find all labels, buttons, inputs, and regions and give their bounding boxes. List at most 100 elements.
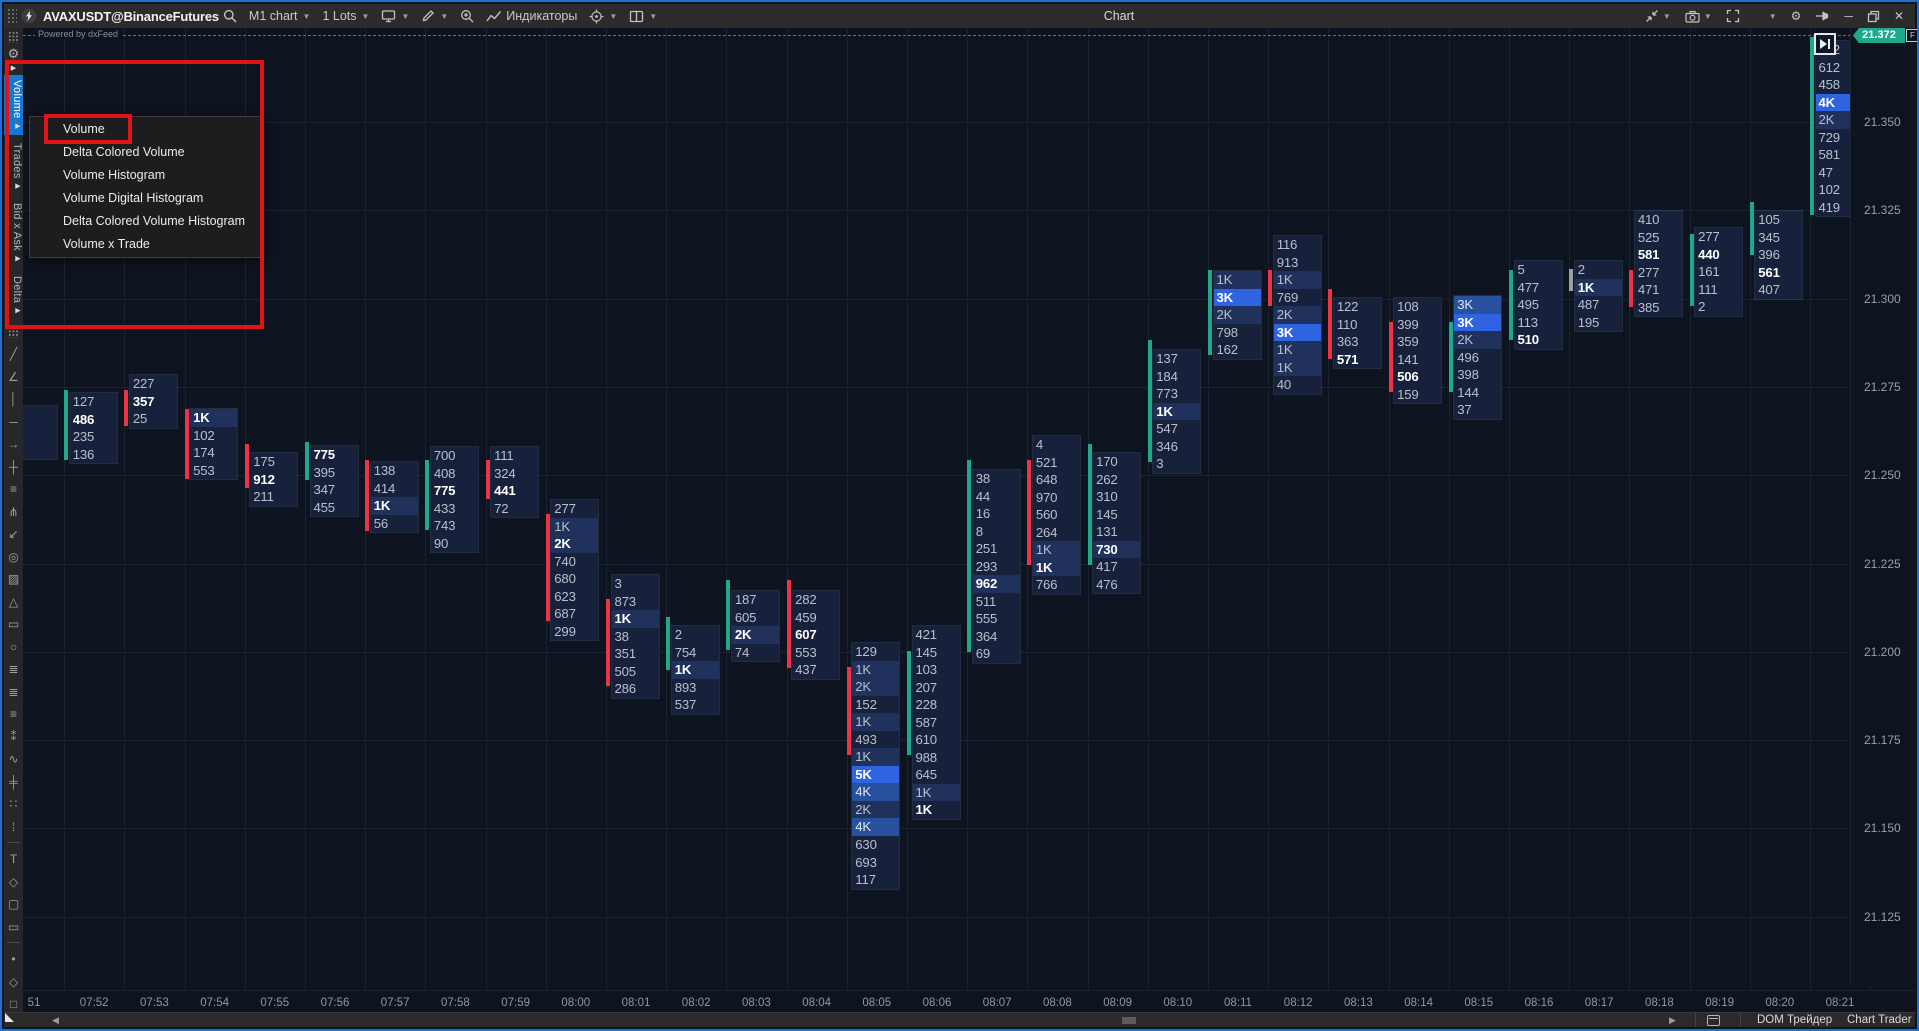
drawing-tool-icon[interactable]: ▢	[4, 893, 23, 916]
drawing-tool-icon[interactable]: ⁞	[4, 815, 23, 838]
cluster-column[interactable]: 1384141K56	[370, 461, 419, 533]
drawing-tool-icon[interactable]: →	[4, 433, 23, 456]
drawing-tool-icon[interactable]: ▭	[4, 613, 23, 636]
search-icon[interactable]	[223, 9, 237, 23]
crosshair-mode-button[interactable]: ▼	[583, 4, 623, 28]
drawing-tool-icon[interactable]: ∷	[4, 793, 23, 816]
drawing-tool-icon[interactable]: ╪	[4, 770, 23, 793]
cluster-column[interactable]: 1291K2K1521K4931K5K4K2K4K630693117	[851, 642, 900, 890]
cluster-column[interactable]: 282459607553437	[791, 590, 840, 680]
drawing-tool-icon[interactable]: ◇	[4, 870, 23, 893]
drawing-tool-icon[interactable]: ◇	[4, 970, 23, 993]
cluster-column[interactable]: 1K102174553	[189, 408, 238, 480]
link-color-button[interactable]: ▼	[1747, 4, 1784, 28]
cluster-column[interactable]: 11132444172	[490, 446, 539, 518]
cluster-column[interactable]: 170262310145131730417476	[1092, 452, 1141, 594]
drawing-tool-icon[interactable]: ⋔	[4, 500, 23, 523]
pin-icon	[1815, 10, 1830, 22]
volume-cell: 506	[1394, 368, 1441, 386]
cluster-column[interactable]: 1169131K7692K3K1K1K40	[1273, 235, 1322, 395]
cluster-column[interactable]: 3K3K2K49639814437	[1453, 295, 1502, 420]
drawing-tool-icon[interactable]: ∿	[4, 748, 23, 771]
zoom-in-button[interactable]	[454, 4, 480, 28]
fullscreen-button[interactable]	[1719, 4, 1747, 28]
cluster-column[interactable]: 1876052K74	[731, 590, 780, 662]
drawing-tool-icon[interactable]: ◎	[4, 545, 23, 568]
price-label: 21.350	[1864, 115, 1901, 129]
drawing-tool-icon[interactable]: ⁑	[4, 725, 23, 748]
cluster-column[interactable]: 775395347455	[310, 445, 359, 517]
cluster-column[interactable]: 2774401611112	[1694, 227, 1743, 317]
drawing-tool-icon[interactable]: ≣	[4, 680, 23, 703]
cluster-column[interactable]: 108399359141506159	[1393, 297, 1442, 404]
cluster-column[interactable]: 127486235136	[69, 392, 118, 464]
price-axis[interactable]: 21.35021.32521.30021.27521.25021.22521.2…	[1850, 28, 1915, 986]
cluster-column[interactable]: 410525581277471385	[1634, 210, 1683, 317]
drawing-tool-icon[interactable]: •	[4, 948, 23, 971]
gear-icon[interactable]: ⚙	[8, 46, 20, 61]
drawing-tools-button[interactable]: ▼	[415, 4, 454, 28]
dom-trader-button[interactable]: DOM Трейдер	[1757, 1014, 1832, 1026]
restore-icon	[1867, 10, 1880, 23]
symbol-selector[interactable]: AVAXUSDT@BinanceFutures	[37, 4, 243, 28]
restore-button[interactable]	[1860, 4, 1887, 28]
scroll-left-icon[interactable]: ◀	[52, 1015, 59, 1026]
cluster-column[interactable]: 175912211	[249, 452, 298, 507]
drawing-tool-icon[interactable]: ╱	[4, 343, 23, 366]
drawing-tool-icon[interactable]: ─	[4, 410, 23, 433]
scrollbar-thumb[interactable]	[1122, 1017, 1136, 1024]
chart-style-button[interactable]: ▼	[375, 4, 415, 28]
drag-handle-icon[interactable]	[8, 31, 19, 43]
cluster-column[interactable]: 5477495113510	[1514, 260, 1563, 350]
cluster-column[interactable]: 22735725	[129, 374, 178, 429]
drawing-tool-icon[interactable]: ▭	[4, 915, 23, 938]
lots-selector[interactable]: 1 Lots▼	[316, 4, 375, 28]
gridline-v	[1690, 28, 1691, 990]
chart-trader-button[interactable]: Chart Trader	[1847, 1014, 1912, 1026]
screenshot-button[interactable]: ▼	[1678, 4, 1719, 28]
cluster-column[interactable]: 21K487195	[1574, 260, 1623, 332]
drawing-tool-icon[interactable]: ∠	[4, 365, 23, 388]
drawing-tool-icon[interactable]: ▨	[4, 568, 23, 591]
cluster-column[interactable]: 105345396561407	[1754, 210, 1803, 300]
cluster-column[interactable]: 4211451032072285876109886451K1K	[912, 625, 961, 820]
drawing-tool-icon[interactable]: ↙	[4, 523, 23, 546]
layout-button[interactable]: ▼	[623, 4, 663, 28]
go-to-realtime-button[interactable]	[1814, 33, 1836, 55]
scroll-right-icon[interactable]: ▶	[1669, 1015, 1676, 1026]
cluster-column[interactable]: 70040877543374390	[430, 446, 479, 553]
drawing-tool-icon[interactable]: ┼	[4, 455, 23, 478]
minimize-button[interactable]: ─	[1837, 4, 1860, 28]
price-flag-icon[interactable]: F	[1906, 29, 1919, 42]
cluster-column[interactable]: 27541K893537	[671, 625, 720, 715]
current-price-line	[23, 35, 1851, 36]
cluster-column[interactable]: 1371847731K5473463	[1152, 349, 1201, 474]
cluster-column[interactable]: 38731K38351505286	[611, 574, 660, 699]
cluster-column[interactable]: 1K3K2K798162	[1213, 270, 1262, 360]
drag-handle-icon[interactable]	[7, 8, 17, 24]
drawing-tool-icon[interactable]: △	[4, 590, 23, 613]
drawing-tool-icon[interactable]: │	[4, 388, 23, 411]
volume-cell: 630	[852, 836, 899, 854]
close-button[interactable]: ✕	[1887, 4, 1911, 28]
collapse-panel-button[interactable]: ▼	[1638, 4, 1678, 28]
drawing-tool-icon[interactable]: ≡	[4, 703, 23, 726]
cluster-column[interactable]: 2771K2K740680623687299	[550, 499, 599, 641]
time-label: 08:15	[1464, 997, 1493, 1009]
cluster-column[interactable]: 384416825129396251155536469	[972, 469, 1021, 664]
timeframe-selector[interactable]: M1 chart▼	[243, 4, 317, 28]
pin-button[interactable]	[1808, 4, 1837, 28]
drawing-tool-icon[interactable]: ≣	[4, 658, 23, 681]
calendar-icon[interactable]	[1707, 1015, 1720, 1026]
drawing-tool-icon[interactable]: ○	[4, 635, 23, 658]
cluster-column[interactable]: 45216489705602641K1K766	[1032, 435, 1081, 595]
settings-button[interactable]: ⚙	[1784, 4, 1809, 28]
cluster-column[interactable]: 122110363571	[1333, 297, 1382, 369]
chart-area[interactable]: 335127486235136227357251K102174553175912…	[2, 2, 1917, 1029]
drawing-tool-icon[interactable]: ≡	[4, 478, 23, 501]
link-color-dot-icon	[1754, 11, 1765, 22]
drawing-tool-icon[interactable]: □	[4, 993, 23, 1016]
indicators-button[interactable]: Индикаторы	[480, 4, 583, 28]
drawing-tool-icon[interactable]: T	[4, 848, 23, 871]
collapse-arrows-icon	[1645, 9, 1659, 23]
